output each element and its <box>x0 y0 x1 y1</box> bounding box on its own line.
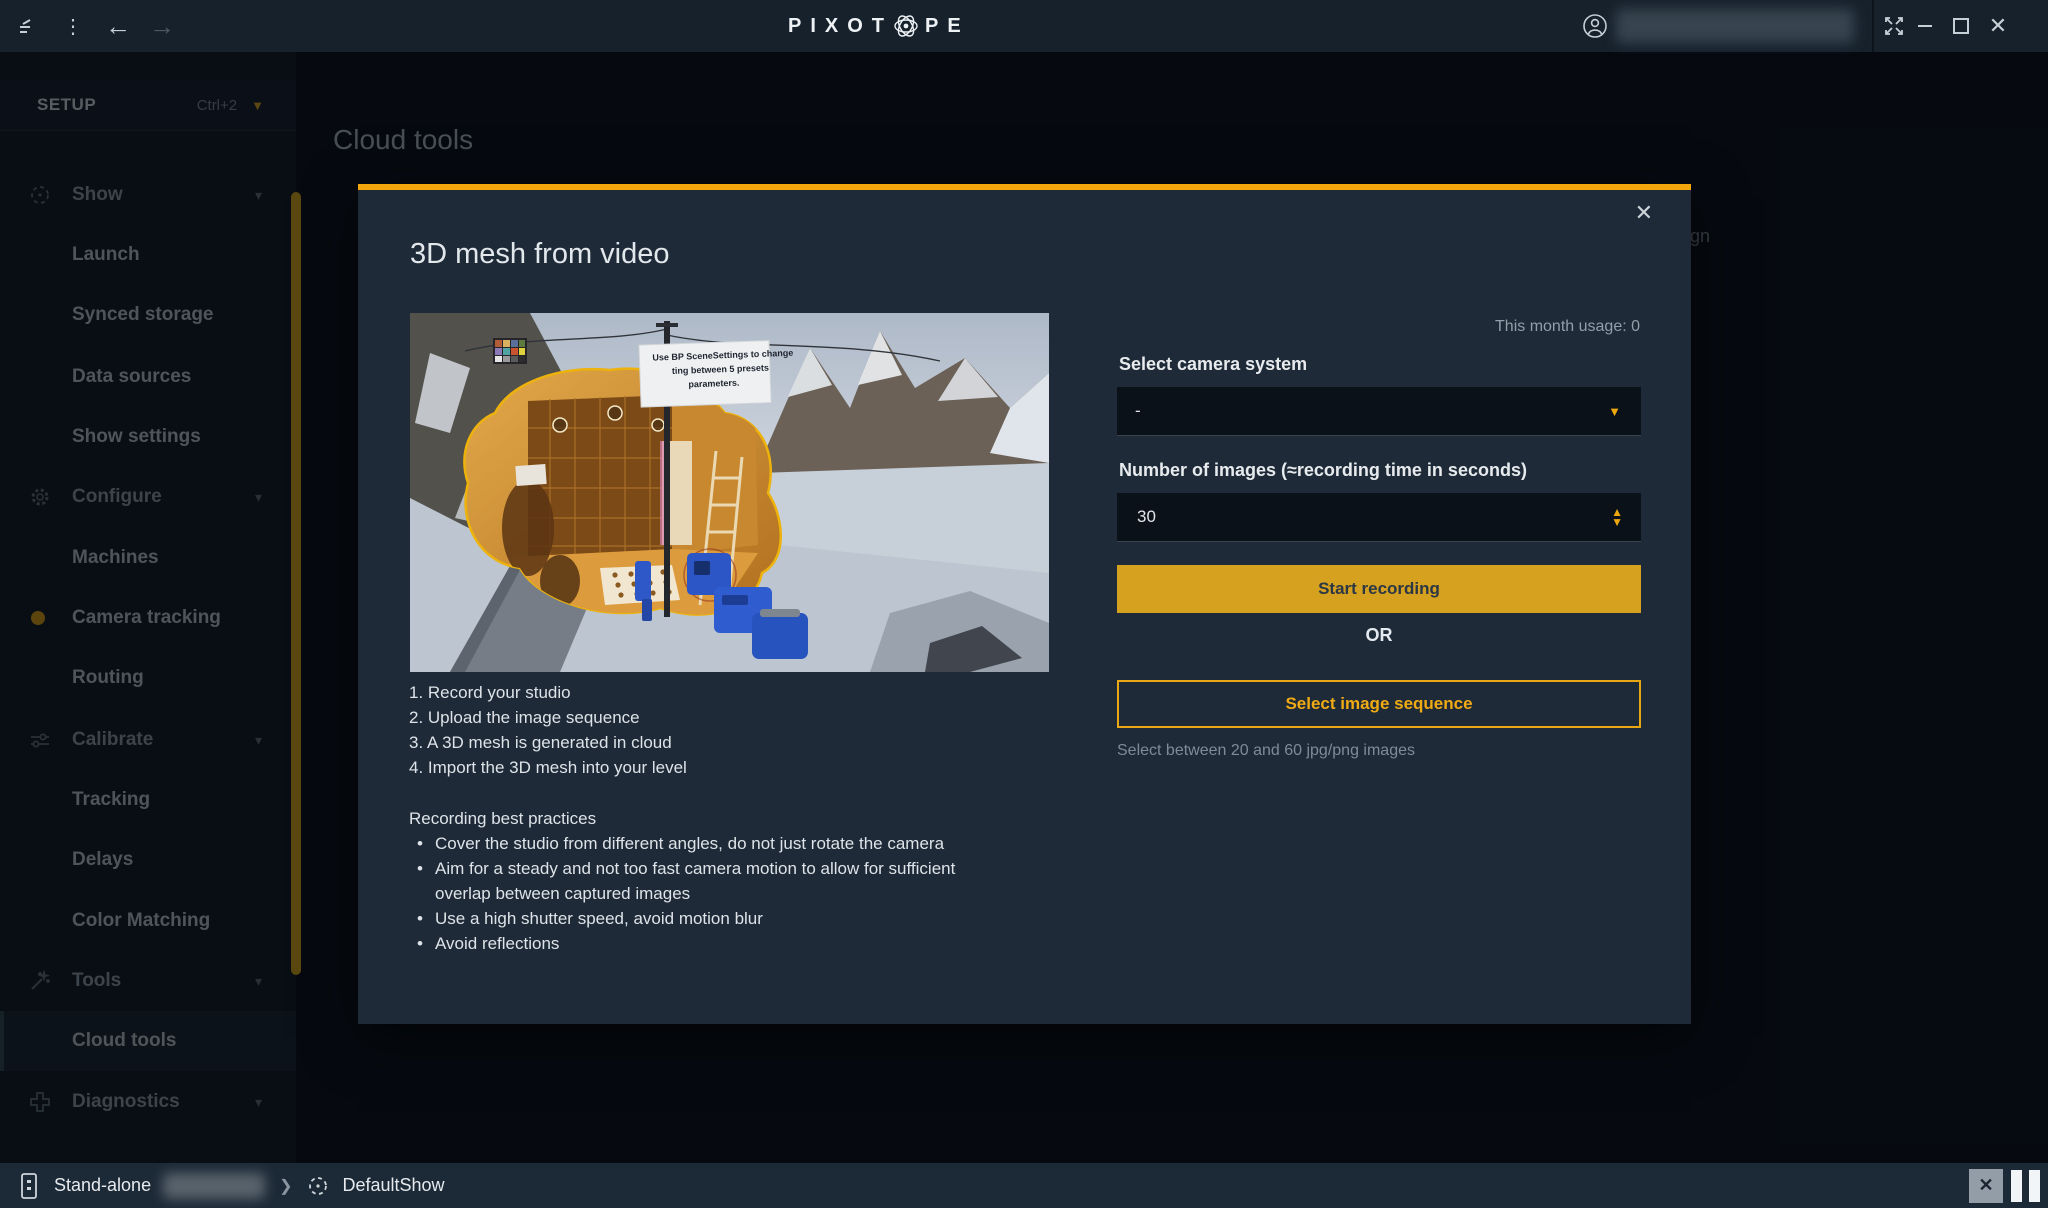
best-practice-item: Aim for a steady and not too fast camera… <box>435 856 1015 906</box>
start-recording-button[interactable]: Start recording <box>1117 565 1641 613</box>
image-count-hint: Select between 20 and 60 jpg/png images <box>1117 742 1415 760</box>
pause-icon[interactable] <box>2011 1170 2040 1202</box>
step-4: 4. Import the 3D mesh into your level <box>409 755 687 780</box>
best-practice-item: Cover the studio from different angles, … <box>435 831 1015 856</box>
show-target-icon <box>306 1174 330 1198</box>
workflow-steps: 1. Record your studio 2. Upload the imag… <box>409 680 687 780</box>
step-3: 3. A 3D mesh is generated in cloud <box>409 730 687 755</box>
step-1: 1. Record your studio <box>409 680 687 705</box>
machine-icon <box>18 1172 40 1200</box>
collapse-sidebar-icon[interactable] <box>12 0 46 52</box>
logo-text-left: PIXOT <box>788 15 893 38</box>
best-practices-list: Cover the studio from different angles, … <box>409 831 1015 956</box>
title-bar: ⋮ ← → PIXOT PE <box>0 0 2048 52</box>
app-window: ⋮ ← → PIXOT PE <box>0 0 2048 1208</box>
num-images-field: ▲▼ <box>1117 493 1641 542</box>
num-images-label: Number of images (≈recording time in sec… <box>1119 460 1527 481</box>
maximize-button[interactable] <box>1944 0 1978 52</box>
close-dialog-icon[interactable]: ✕ <box>1635 202 1653 224</box>
more-menu-icon[interactable]: ⋮ <box>58 0 88 52</box>
best-practice-item: Use a high shutter speed, avoid motion b… <box>435 906 1015 931</box>
redacted-machine-detail <box>163 1173 265 1199</box>
expand-window-icon[interactable] <box>1878 0 1910 52</box>
best-practice-item: Avoid reflections <box>435 931 1015 956</box>
color-checker-chart <box>493 338 527 364</box>
stop-show-button[interactable]: ✕ <box>1969 1169 2003 1203</box>
camera-system-value: - <box>1135 401 1608 421</box>
mesh-from-video-dialog: ✕ 3D mesh from video <box>358 184 1691 1024</box>
titlebar-separator <box>1872 0 1874 52</box>
dialog-title: 3D mesh from video <box>410 238 670 271</box>
forward-arrow-icon[interactable]: → <box>144 0 180 52</box>
num-images-input[interactable] <box>1135 506 1611 528</box>
minimize-button[interactable] <box>1908 0 1942 52</box>
redacted-username <box>1616 9 1854 43</box>
user-account-icon[interactable] <box>1578 0 1612 52</box>
back-arrow-icon[interactable]: ← <box>100 0 136 52</box>
close-window-button[interactable]: ✕ <box>1980 0 2016 52</box>
step-2: 2. Upload the image sequence <box>409 705 687 730</box>
studio-scan-image: Use BP SceneSettings to change ting betw… <box>410 313 1049 672</box>
show-name-label[interactable]: DefaultShow <box>342 1175 444 1196</box>
or-separator-label: OR <box>1117 625 1641 646</box>
breadcrumb-chevron-icon: ❯ <box>279 1176 292 1196</box>
best-practices-title: Recording best practices <box>409 806 596 831</box>
select-image-sequence-button[interactable]: Select image sequence <box>1117 680 1641 728</box>
status-bar: Stand-alone ❯ DefaultShow ✕ <box>0 1163 2048 1208</box>
camera-system-select[interactable]: - ▼ <box>1117 387 1641 436</box>
camera-system-label: Select camera system <box>1119 354 1307 375</box>
logo-text-right: PE <box>925 15 970 38</box>
svg-text:parameters.: parameters. <box>688 378 739 390</box>
pixotope-logo: PIXOT PE <box>788 0 970 52</box>
stepper-arrows-icon[interactable]: ▲▼ <box>1611 507 1623 527</box>
atom-icon <box>889 9 923 43</box>
dropdown-caret-icon: ▼ <box>1608 404 1621 419</box>
monthly-usage-label: This month usage: 0 <box>1495 318 1640 336</box>
machine-name-label[interactable]: Stand-alone <box>54 1175 151 1196</box>
